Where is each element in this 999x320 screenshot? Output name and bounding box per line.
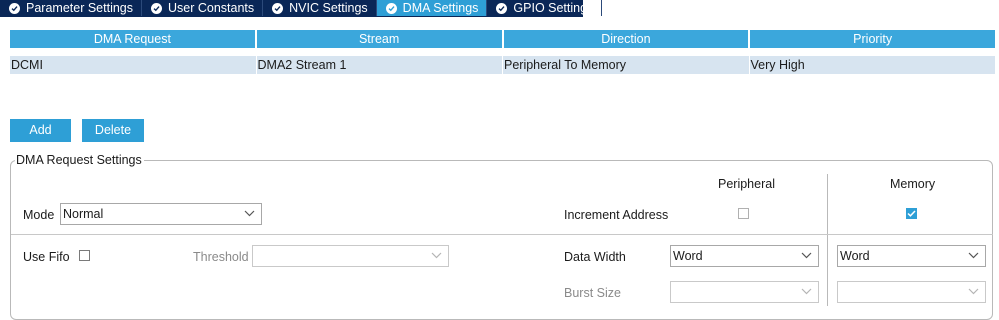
mode-value: Normal bbox=[63, 207, 104, 221]
column-header-direction[interactable]: Direction bbox=[503, 30, 751, 48]
data-width-memory-value: Word bbox=[840, 249, 870, 263]
increment-address-label: Increment Address bbox=[564, 208, 669, 222]
check-circle-icon bbox=[385, 2, 397, 14]
cell-direction[interactable]: Peripheral To Memory bbox=[503, 56, 750, 74]
burst-size-peripheral-select[interactable] bbox=[670, 281, 819, 303]
tab-label: NVIC Settings bbox=[289, 1, 368, 15]
increment-memory-checkbox[interactable] bbox=[906, 208, 917, 219]
data-width-label: Data Width bbox=[564, 250, 626, 264]
cell-priority[interactable]: Very High bbox=[750, 56, 996, 74]
tab-nvic-settings[interactable]: NVIC Settings bbox=[263, 0, 377, 16]
tab-user-constants[interactable]: User Constants bbox=[142, 0, 264, 16]
check-circle-icon bbox=[9, 2, 20, 14]
mode-select[interactable]: Normal bbox=[60, 203, 262, 225]
cell-dma-request[interactable]: DCMI bbox=[10, 56, 257, 74]
data-width-memory-select[interactable]: Word bbox=[837, 245, 986, 267]
threshold-select[interactable] bbox=[252, 245, 449, 267]
column-header-dma-request[interactable]: DMA Request bbox=[10, 30, 257, 48]
chevron-down-icon bbox=[431, 252, 442, 259]
cell-stream[interactable]: DMA2 Stream 1 bbox=[257, 56, 503, 74]
tab-parameter-settings[interactable]: Parameter Settings bbox=[0, 0, 142, 16]
use-fifo-checkbox[interactable] bbox=[79, 250, 90, 261]
burst-size-label: Burst Size bbox=[564, 286, 621, 300]
data-width-peripheral-select[interactable]: Word bbox=[670, 245, 819, 267]
tab-label: Parameter Settings bbox=[26, 1, 133, 15]
memory-header: Memory bbox=[890, 177, 936, 191]
row-divider bbox=[11, 234, 993, 235]
check-circle-icon bbox=[151, 2, 162, 14]
checkmark-icon bbox=[907, 210, 916, 217]
tab-bar: Parameter Settings User Constants NVIC S… bbox=[0, 0, 603, 17]
increment-peripheral-checkbox[interactable] bbox=[738, 208, 749, 219]
group-title: DMA Request Settings bbox=[15, 153, 144, 167]
use-fifo-label: Use Fifo bbox=[23, 250, 70, 264]
burst-size-memory-select[interactable] bbox=[837, 281, 986, 303]
chevron-down-icon bbox=[244, 210, 255, 217]
delete-button[interactable]: Delete bbox=[82, 119, 144, 142]
check-circle-icon bbox=[272, 2, 284, 14]
tab-dma-settings[interactable]: DMA Settings bbox=[376, 0, 488, 16]
column-divider bbox=[827, 174, 828, 306]
check-circle-icon bbox=[496, 2, 508, 14]
column-header-priority[interactable]: Priority bbox=[750, 30, 995, 48]
table-row[interactable]: DCMI DMA2 Stream 1 Peripheral To Memory … bbox=[10, 56, 995, 74]
column-header-stream[interactable]: Stream bbox=[256, 30, 504, 48]
dma-request-table: DMA Request Stream Direction Priority DC… bbox=[10, 30, 995, 74]
peripheral-header: Peripheral bbox=[718, 177, 775, 191]
chevron-down-icon bbox=[968, 288, 979, 295]
data-width-peripheral-value: Word bbox=[673, 249, 703, 263]
add-button[interactable]: Add bbox=[10, 119, 71, 142]
threshold-label: Threshold bbox=[193, 250, 249, 264]
tab-gpio-settings[interactable]: GPIO Settings bbox=[487, 0, 603, 16]
chevron-down-icon bbox=[801, 252, 812, 259]
tab-label: GPIO Settings bbox=[513, 1, 594, 15]
chevron-down-icon bbox=[801, 288, 812, 295]
chevron-down-icon bbox=[968, 252, 979, 259]
table-header: DMA Request Stream Direction Priority bbox=[10, 30, 995, 48]
mode-label: Mode bbox=[23, 208, 55, 222]
tab-label: User Constants bbox=[168, 1, 255, 15]
tab-label: DMA Settings bbox=[402, 1, 479, 15]
